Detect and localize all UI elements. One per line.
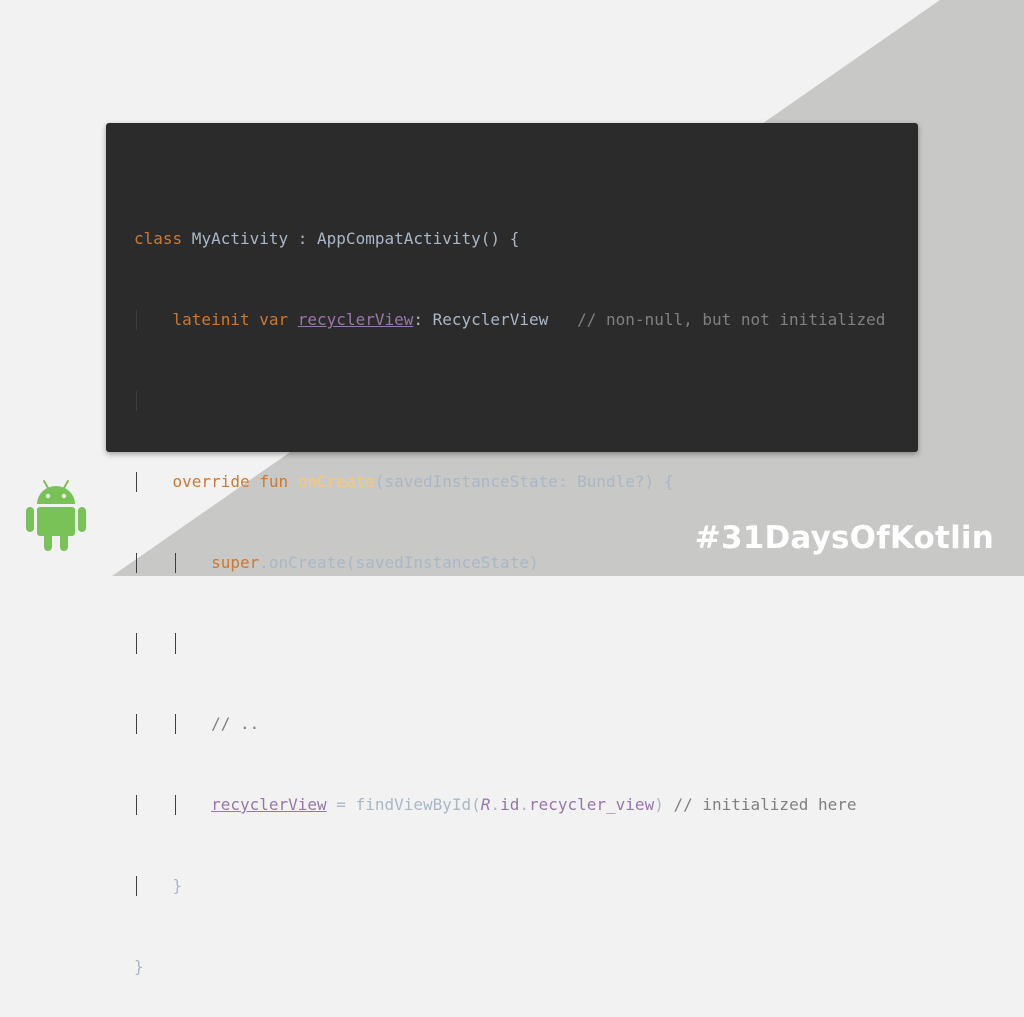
code-text: ) — [654, 794, 674, 814]
code-line-10: } — [134, 957, 885, 977]
code-text: : RecyclerView — [413, 310, 578, 330]
keyword: super — [211, 552, 260, 572]
r-class: R — [480, 794, 491, 814]
field-name: id — [500, 794, 520, 814]
code-comment: // non-null, but not initialized — [577, 310, 886, 330]
code-text: .onCreate(savedInstanceState) — [259, 552, 539, 572]
code-block: class MyActivity : AppCompatActivity() {… — [134, 189, 885, 1017]
indent-guide — [175, 714, 176, 735]
code-text: . — [490, 794, 501, 814]
keyword: override fun — [172, 471, 289, 491]
function-name: onCreate — [297, 471, 375, 491]
code-snippet-card: class MyActivity : AppCompatActivity() {… — [106, 123, 918, 976]
closing-brace: } — [134, 956, 144, 976]
indent-guide — [136, 310, 137, 331]
indent-guide — [136, 471, 137, 492]
property-name: recyclerView — [297, 310, 414, 330]
indent-guide — [136, 391, 137, 412]
code-text: . — [519, 794, 529, 814]
field-name: recycler_view — [528, 794, 655, 814]
code-line-3 — [134, 391, 885, 412]
indent-guide — [136, 714, 137, 735]
indent-guide — [175, 794, 176, 816]
android-robot-icon — [26, 480, 86, 551]
keyword: lateinit var — [172, 310, 289, 330]
code-line-6 — [134, 633, 885, 654]
indent-guide — [136, 552, 137, 573]
code-text: MyActivity : AppCompatActivity() { — [182, 229, 520, 249]
indent-guide — [175, 633, 176, 654]
property-name: recyclerView — [211, 794, 327, 814]
code-line-9: } — [134, 875, 885, 896]
indent-guide — [136, 633, 137, 654]
closing-brace: } — [172, 875, 183, 895]
code-line-7: // .. — [134, 714, 885, 735]
hashtag-31-days-of-kotlin: #31DaysOfKotlin — [694, 520, 994, 556]
code-text: (savedInstanceState: Bundle?) { — [374, 471, 674, 491]
code-text: = findViewById( — [326, 794, 481, 814]
indent-guide — [175, 552, 176, 573]
keyword: class — [134, 229, 183, 249]
code-line-1: class MyActivity : AppCompatActivity() { — [134, 229, 885, 249]
code-line-4: override fun onCreate(savedInstanceState… — [134, 471, 885, 492]
code-comment: // initialized here — [673, 794, 857, 814]
indent-guide — [136, 875, 137, 896]
code-line-2: lateinit var recyclerView: RecyclerView … — [134, 310, 886, 331]
indent-guide — [136, 794, 137, 816]
code-line-8: recyclerView = findViewById(R.id.recycle… — [134, 794, 885, 816]
code-comment: // .. — [211, 714, 260, 734]
